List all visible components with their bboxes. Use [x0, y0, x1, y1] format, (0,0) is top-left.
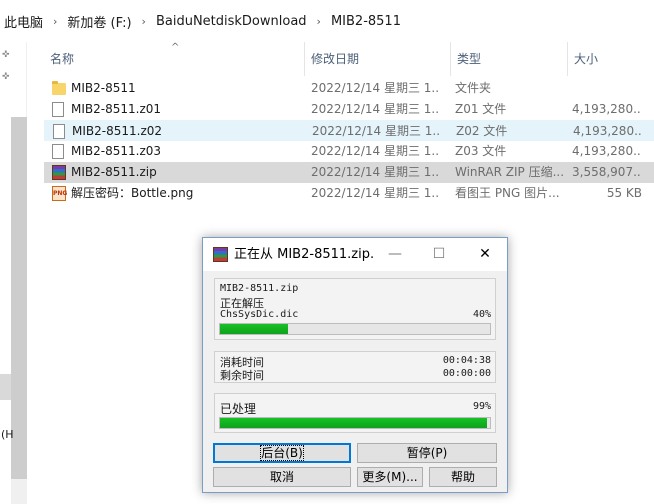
- breadcrumb-this-pc[interactable]: 此电脑: [4, 12, 43, 31]
- file-row-hovered[interactable]: MIB2-8511.z02 2022/12/14 星期三 1... Z02 文件…: [44, 120, 654, 141]
- more-button[interactable]: 更多(M)...: [357, 467, 423, 487]
- file-size: 4,193,280...: [572, 102, 642, 116]
- help-button[interactable]: 帮助: [429, 467, 497, 487]
- column-date[interactable]: 修改日期: [305, 42, 451, 76]
- breadcrumb-download-folder[interactable]: BaiduNetdiskDownload: [156, 14, 307, 29]
- extraction-dialog: 正在从 MIB2-8511.zip... — ☐ ✕ MIB2-8511.zip…: [202, 237, 508, 493]
- pin-icon[interactable]: ✜: [2, 50, 10, 60]
- cancel-button[interactable]: 取消: [213, 467, 351, 487]
- file-name: MIB2-8511.z01: [71, 102, 162, 116]
- file-type: Z03 文件: [455, 144, 507, 158]
- file-type: 看图王 PNG 图片...: [455, 186, 560, 200]
- nav-selected-item[interactable]: [0, 374, 11, 400]
- sort-ascending-icon: ^: [171, 42, 180, 53]
- file-icon: [52, 102, 64, 117]
- file-name: MIB2-8511.z03: [71, 144, 162, 158]
- winrar-icon: [213, 247, 228, 262]
- total-progress-bar: [219, 417, 491, 429]
- file-progress-panel: MIB2-8511.zip 正在解压 ChsSysDic.dic 40%: [214, 278, 496, 340]
- winrar-icon: [52, 165, 66, 180]
- file-icon: [52, 144, 64, 159]
- column-type[interactable]: 类型: [451, 42, 568, 76]
- column-size[interactable]: 大小: [568, 42, 654, 76]
- chevron-right-icon: ›: [316, 14, 321, 28]
- file-name: MIB2-8511.z02: [72, 124, 163, 138]
- dialog-title: 正在从 MIB2-8511.zip...: [234, 247, 374, 262]
- processed-label: 已处理: [220, 402, 257, 416]
- breadcrumb-drive[interactable]: 新加卷 (F:): [67, 12, 131, 31]
- breadcrumb-current-folder[interactable]: MIB2-8511: [331, 14, 401, 29]
- address-bar[interactable]: 此电脑 › 新加卷 (F:) › BaiduNetdiskDownload › …: [0, 0, 654, 42]
- pin-icon[interactable]: ✜: [2, 72, 10, 82]
- file-row-selected[interactable]: MIB2-8511.zip 2022/12/14 星期三 1... WinRAR…: [44, 162, 654, 183]
- explorer-window: 此电脑 › 新加卷 (F:) › BaiduNetdiskDownload › …: [0, 0, 654, 504]
- time-panel: 消耗时间 00:04:38 剩余时间 00:00:00: [214, 351, 496, 383]
- file-type: Z01 文件: [455, 102, 507, 116]
- file-row[interactable]: MIB2-8511 2022/12/14 星期三 1... 文件夹: [44, 78, 654, 99]
- file-size: 4,193,280...: [572, 144, 642, 158]
- nav-scrollbar-thumb[interactable]: [11, 117, 27, 479]
- column-header: 名称 ^ 修改日期 类型 大小: [28, 42, 654, 76]
- file-type: 文件夹: [455, 81, 492, 95]
- file-row[interactable]: PNG 解压密码：Bottle.png 2022/12/14 星期三 1... …: [44, 183, 654, 204]
- folder-icon: [52, 81, 66, 95]
- file-date: 2022/12/14 星期三 1...: [311, 165, 439, 179]
- chevron-right-icon: ›: [53, 14, 58, 28]
- file-date: 2022/12/14 星期三 1...: [312, 124, 440, 138]
- processed-percent: 99%: [472, 401, 491, 412]
- background-button[interactable]: 后台(B): [213, 443, 351, 463]
- file-icon: [53, 124, 65, 139]
- file-size: 55 KB: [606, 186, 642, 200]
- file-list: MIB2-8511 2022/12/14 星期三 1... 文件夹 MIB2-8…: [44, 78, 654, 204]
- file-percent: 40%: [472, 309, 491, 320]
- pause-button[interactable]: 暂停(P): [357, 443, 497, 463]
- file-row[interactable]: MIB2-8511.z01 2022/12/14 星期三 1... Z01 文件…: [44, 99, 654, 120]
- remaining-value: 00:00:00: [442, 368, 491, 379]
- elapsed-value: 00:04:38: [442, 355, 491, 366]
- dialog-titlebar[interactable]: 正在从 MIB2-8511.zip... — ☐ ✕: [203, 238, 507, 271]
- file-progress-fill: [220, 324, 288, 334]
- chevron-right-icon: ›: [141, 14, 146, 28]
- file-type: Z02 文件: [456, 124, 508, 138]
- png-icon: PNG: [52, 186, 67, 201]
- navigation-pane: ✜ ✜ (H: [0, 42, 27, 504]
- file-size: 3,558,907...: [572, 165, 642, 179]
- file-size: 4,193,280...: [573, 124, 643, 138]
- nav-item-label-fragment: (H: [1, 428, 14, 441]
- file-date: 2022/12/14 星期三 1...: [311, 144, 439, 158]
- remaining-label: 剩余时间: [220, 369, 264, 382]
- current-file-name: ChsSysDic.dic: [220, 309, 299, 320]
- file-date: 2022/12/14 星期三 1...: [311, 102, 439, 116]
- archive-name: MIB2-8511.zip: [220, 283, 299, 294]
- file-date: 2022/12/14 星期三 1...: [311, 186, 439, 200]
- total-progress-fill: [220, 418, 488, 428]
- processed-panel: 已处理 99%: [214, 393, 496, 433]
- file-name: MIB2-8511: [71, 81, 136, 95]
- file-name: 解压密码：Bottle.png: [71, 186, 194, 200]
- background-button-label: 后台(B): [260, 445, 304, 461]
- file-progress-bar: [219, 323, 491, 335]
- file-type: WinRAR ZIP 压缩...: [455, 165, 565, 179]
- file-row[interactable]: MIB2-8511.z03 2022/12/14 星期三 1... Z03 文件…: [44, 141, 654, 162]
- close-icon[interactable]: ✕: [463, 238, 507, 271]
- file-date: 2022/12/14 星期三 1...: [311, 81, 439, 95]
- file-name: MIB2-8511.zip: [71, 165, 157, 179]
- maximize-icon[interactable]: ☐: [417, 238, 461, 271]
- minimize-icon[interactable]: —: [373, 238, 417, 271]
